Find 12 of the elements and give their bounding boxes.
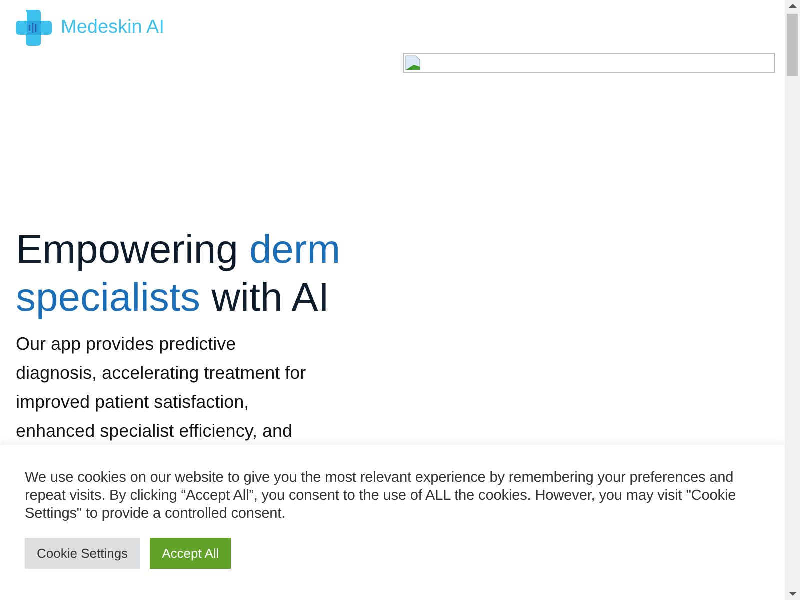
logo-icon bbox=[16, 10, 52, 46]
hero-paragraph: Our app provides predictive diagnosis, accelerating treatment for improved patient satisfaction, enhanced specialist efficiency, and bbox=[16, 333, 308, 443]
brand-name[interactable]: Medeskin AI bbox=[61, 17, 164, 39]
cookie-message: We use cookies on our website to give you the most relevant experience by remembering your preferences and repeat visits. By clicking “Accept All”, you consent to the use of ALL the cookies. However, you may visit "Cookie Settings" to provide a controlled consent. bbox=[25, 469, 738, 523]
broken-image-icon bbox=[405, 55, 421, 71]
accept-button[interactable]: Accept All bbox=[150, 538, 232, 569]
scroll-up-icon[interactable] bbox=[789, 4, 797, 8]
scrollbar-thumb[interactable] bbox=[787, 14, 798, 76]
scrollbar[interactable] bbox=[785, 0, 800, 600]
scroll-down-icon[interactable] bbox=[789, 592, 797, 596]
settings-button[interactable]: Cookie Settings bbox=[25, 538, 140, 569]
hero-headline: Empowering derm specialists with AI bbox=[16, 227, 342, 322]
